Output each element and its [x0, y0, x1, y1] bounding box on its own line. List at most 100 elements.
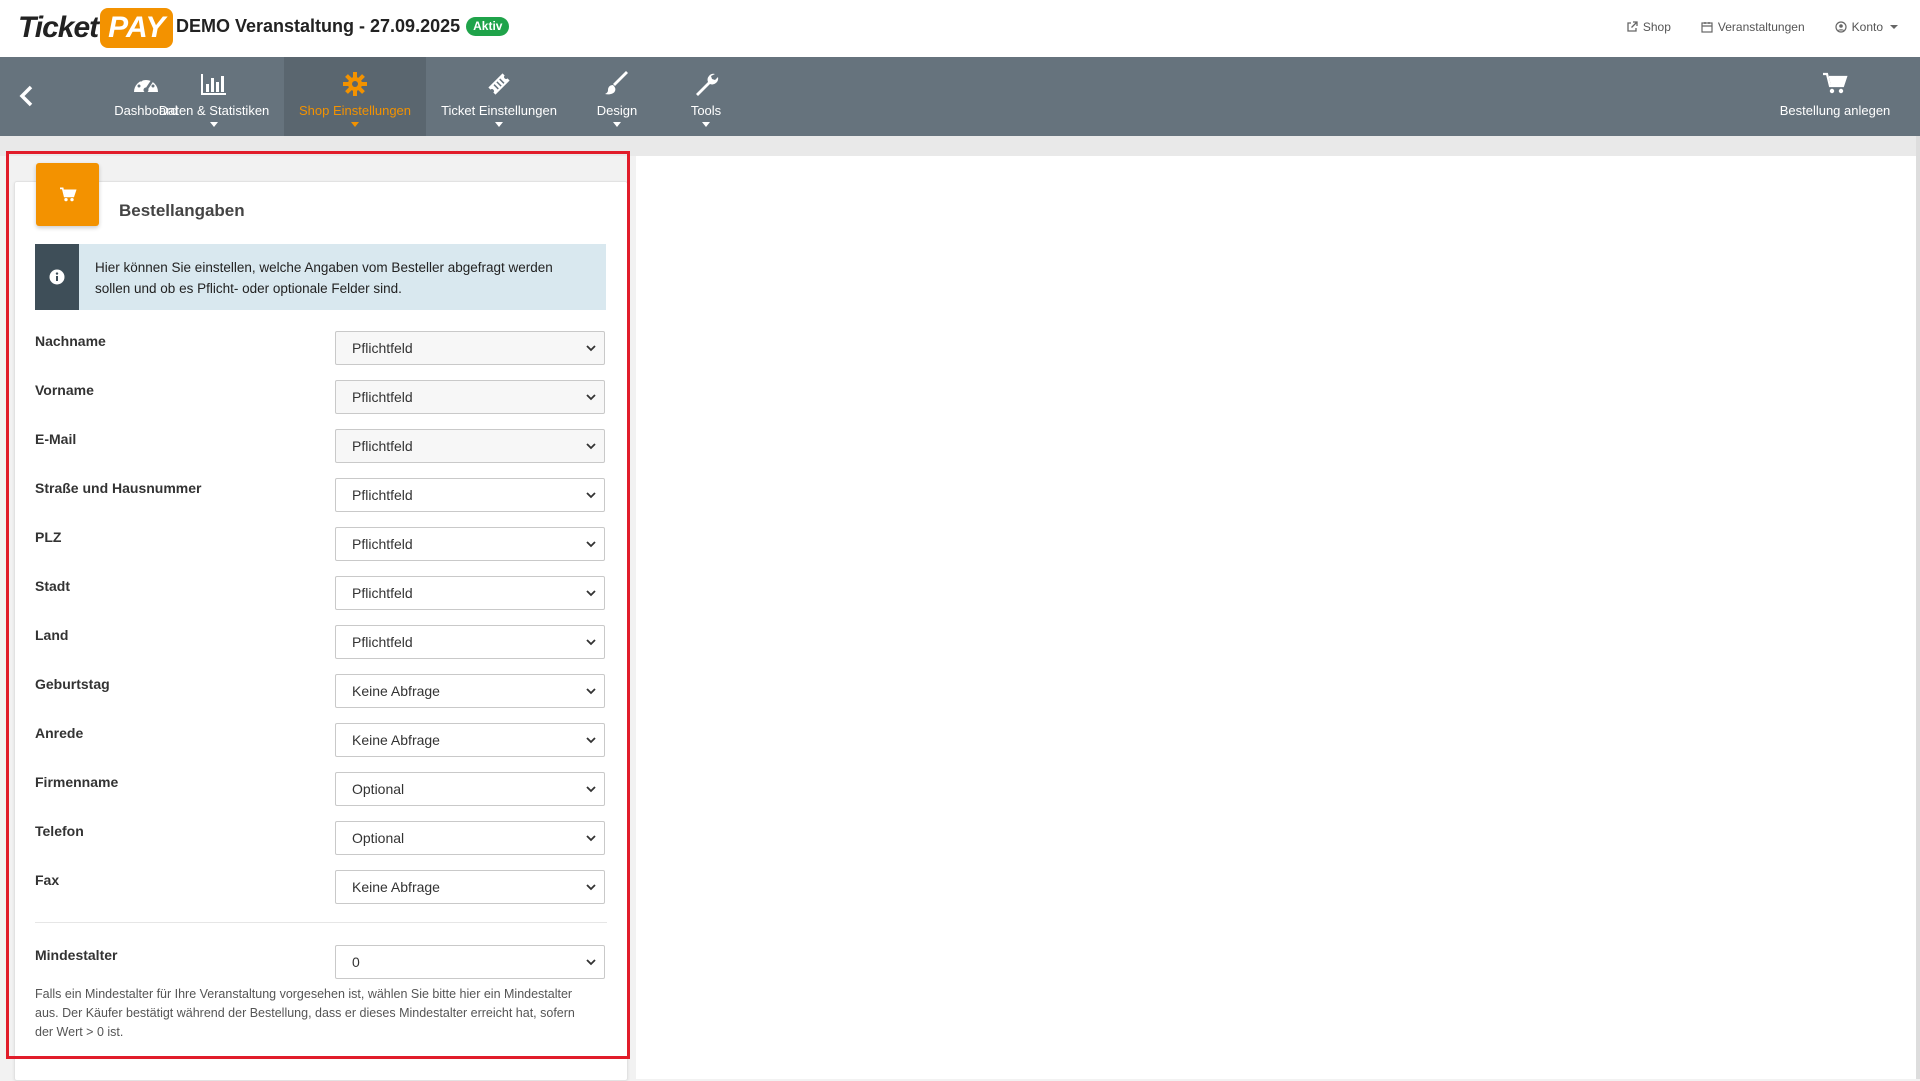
- account-menu[interactable]: Konto: [1835, 20, 1900, 34]
- field-label: Land: [35, 627, 69, 643]
- paintbrush-icon: [605, 71, 628, 95]
- caret-down-icon: [351, 122, 359, 127]
- create-order-button[interactable]: Bestellung anlegen: [1770, 57, 1900, 136]
- nav-shop-settings-label: Shop Einstellungen: [298, 103, 412, 118]
- calendar-icon: [1701, 22, 1713, 33]
- field-row-lastname: Nachname Pflichtfeld: [35, 331, 607, 367]
- caret-down-icon: [210, 122, 218, 127]
- field-label: Geburtstag: [35, 676, 110, 692]
- chevron-down-icon: [586, 590, 596, 597]
- nav-design[interactable]: Design: [580, 57, 654, 136]
- top-links: Shop Veranstaltungen Konto: [1626, 20, 1900, 34]
- firstname-select[interactable]: Pflichtfeld: [335, 380, 605, 414]
- shopping-cart-icon: [1823, 72, 1848, 94]
- chevron-down-icon: [586, 835, 596, 842]
- external-link-icon: [1627, 21, 1638, 32]
- logo-text-ticket: Ticket: [18, 11, 99, 44]
- caret-down-icon: [1890, 25, 1898, 29]
- chevron-down-icon: [586, 492, 596, 499]
- top-bar: Ticket PAY DEMO Veranstaltung - 27.09.20…: [0, 0, 1920, 57]
- field-row-salutation: Anrede Keine Abfrage: [35, 723, 607, 759]
- field-label: Fax: [35, 872, 60, 888]
- nav-tools-label: Tools: [690, 103, 722, 118]
- shopping-cart-icon: [59, 186, 77, 201]
- back-button[interactable]: [12, 81, 42, 111]
- sub-bar: [0, 136, 1920, 156]
- scrollbar-track[interactable]: [1916, 136, 1920, 1079]
- lastname-select[interactable]: Pflichtfeld: [335, 331, 605, 365]
- bar-chart-icon: [201, 74, 226, 95]
- field-row-city: Stadt Pflichtfeld: [35, 576, 607, 612]
- street-select[interactable]: Pflichtfeld: [335, 478, 605, 512]
- wrench-icon: [696, 73, 719, 96]
- event-title-text: DEMO Veranstaltung - 27.09.2025: [176, 16, 461, 36]
- info-alert: Hier können Sie einstellen, welche Angab…: [35, 244, 606, 310]
- shop-link[interactable]: Shop: [1626, 20, 1671, 34]
- account-link-label: Konto: [1851, 20, 1883, 34]
- field-row-fax: Fax Keine Abfrage: [35, 870, 607, 906]
- chevron-down-icon: [586, 688, 596, 695]
- email-select[interactable]: Pflichtfeld: [335, 429, 605, 463]
- info-icon: [49, 269, 65, 285]
- phone-select[interactable]: Optional: [335, 821, 605, 855]
- chevron-down-icon: [586, 394, 596, 401]
- logo-text-pay: PAY: [100, 8, 174, 48]
- events-link-label: Veranstaltungen: [1717, 20, 1805, 34]
- user-circle-icon: [1835, 21, 1847, 33]
- gear-icon: [343, 72, 367, 96]
- field-label: E-Mail: [35, 431, 77, 447]
- field-row-zip: PLZ Pflichtfeld: [35, 527, 607, 563]
- events-link[interactable]: Veranstaltungen: [1701, 20, 1805, 34]
- field-label: Telefon: [35, 823, 84, 839]
- chevron-down-icon: [586, 884, 596, 891]
- nav-tools[interactable]: Tools: [676, 57, 736, 136]
- field-row-company: Firmenname Optional: [35, 772, 607, 808]
- chevron-down-icon: [586, 443, 596, 450]
- company-select[interactable]: Optional: [335, 772, 605, 806]
- country-select[interactable]: Pflichtfeld: [335, 625, 605, 659]
- birthday-select[interactable]: Keine Abfrage: [335, 674, 605, 708]
- content-area: [636, 156, 1916, 1079]
- chevron-down-icon: [586, 737, 596, 744]
- field-label: Nachname: [35, 333, 106, 349]
- field-row-email: E-Mail Pflichtfeld: [35, 429, 607, 465]
- min-age-select[interactable]: 0: [335, 945, 605, 979]
- nav-shop-settings[interactable]: Shop Einstellungen: [284, 57, 426, 136]
- chevron-down-icon: [586, 639, 596, 646]
- fax-select[interactable]: Keine Abfrage: [335, 870, 605, 904]
- status-badge: Aktiv: [466, 17, 510, 36]
- chevron-down-icon: [586, 345, 596, 352]
- info-text: Hier können Sie einstellen, welche Angab…: [95, 260, 553, 296]
- field-row-min-age: Mindestalter 0: [35, 945, 607, 981]
- field-label: Firmenname: [35, 774, 119, 790]
- caret-down-icon: [613, 122, 621, 127]
- order-details-panel: Bestellangaben Hier können Sie einstelle…: [14, 163, 628, 1081]
- field-label: Mindestalter: [35, 947, 118, 963]
- field-row-firstname: Vorname Pflichtfeld: [35, 380, 607, 416]
- divider: [35, 922, 607, 923]
- chevron-down-icon: [586, 959, 596, 966]
- event-title: DEMO Veranstaltung - 27.09.2025 Aktiv: [176, 16, 510, 37]
- zip-select[interactable]: Pflichtfeld: [335, 527, 605, 561]
- chevron-down-icon: [586, 541, 596, 548]
- field-row-phone: Telefon Optional: [35, 821, 607, 857]
- shop-link-label: Shop: [1642, 20, 1671, 34]
- field-row-birthday: Geburtstag Keine Abfrage: [35, 674, 607, 710]
- panel-header-icon: [36, 163, 99, 226]
- field-label: Straße und Hausnummer: [35, 480, 202, 496]
- nav-data-statistics[interactable]: Daten & Statistiken: [150, 57, 278, 136]
- field-label: Vorname: [35, 382, 94, 398]
- nav-data-statistics-label: Daten & Statistiken: [158, 103, 270, 118]
- caret-down-icon: [702, 122, 710, 127]
- field-label: Anrede: [35, 725, 84, 741]
- min-age-help-text: Falls ein Mindestalter für Ihre Veransta…: [35, 987, 575, 1039]
- ticketpay-logo[interactable]: Ticket PAY: [18, 6, 174, 50]
- city-select[interactable]: Pflichtfeld: [335, 576, 605, 610]
- nav-ticket-settings[interactable]: Ticket Einstellungen: [432, 57, 566, 136]
- main-nav: Dashboard Daten & Statistiken Shop Einst…: [0, 57, 1920, 136]
- field-row-street: Straße und Hausnummer Pflichtfeld: [35, 478, 607, 514]
- chevron-down-icon: [586, 786, 596, 793]
- nav-design-label: Design: [596, 103, 638, 118]
- create-order-label: Bestellung anlegen: [1779, 103, 1891, 118]
- salutation-select[interactable]: Keine Abfrage: [335, 723, 605, 757]
